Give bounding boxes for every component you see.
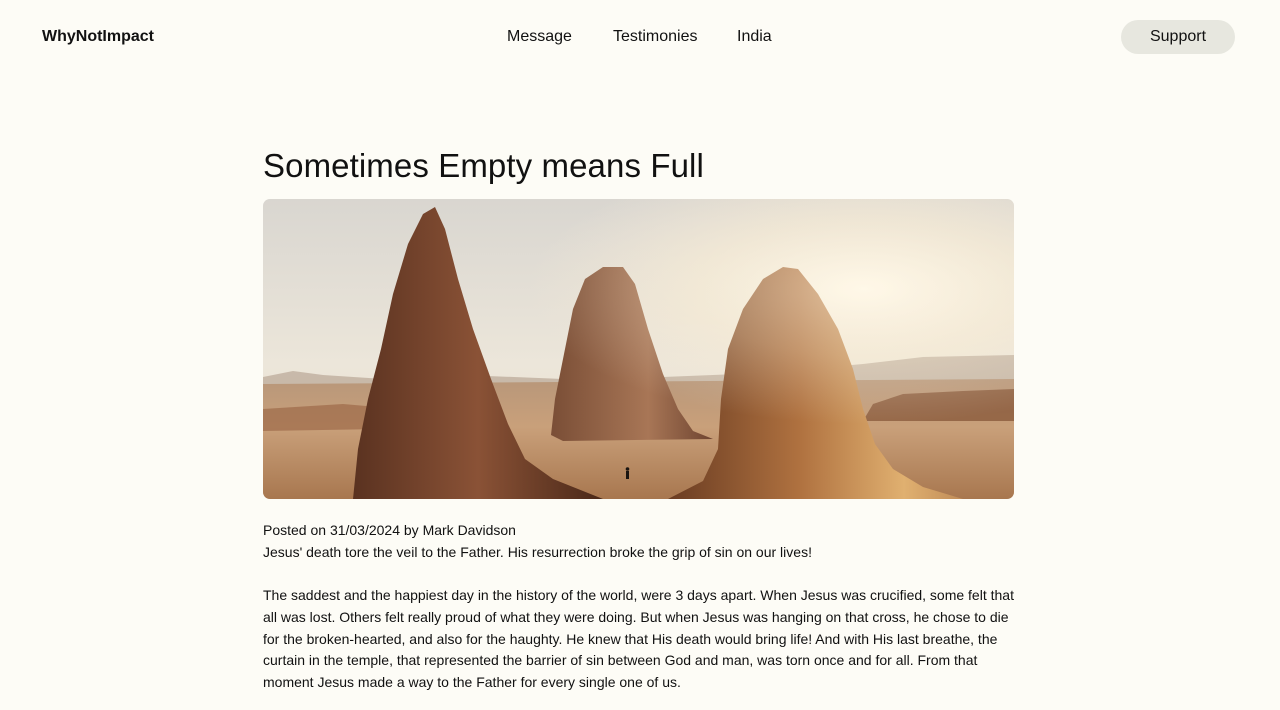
post-meta: Posted on 31/03/2024 by Mark Davidson bbox=[263, 522, 516, 538]
site-header: WhyNotImpact Message Testimonies India S… bbox=[0, 0, 1280, 74]
support-button[interactable]: Support bbox=[1121, 20, 1235, 54]
article-lead: Jesus' death tore the veil to the Father… bbox=[263, 544, 812, 560]
article-title: Sometimes Empty means Full bbox=[263, 147, 704, 184]
article-body: The saddest and the happiest day in the … bbox=[263, 587, 1014, 691]
nav-link-india[interactable]: India bbox=[737, 27, 772, 47]
article: Sometimes Empty means Full Posted on 31/… bbox=[263, 140, 1015, 694]
hero-image bbox=[263, 199, 1014, 499]
nav-link-message[interactable]: Message bbox=[507, 27, 572, 47]
nav-link-testimonies[interactable]: Testimonies bbox=[613, 27, 697, 47]
main-nav: Message Testimonies India bbox=[0, 27, 1280, 47]
